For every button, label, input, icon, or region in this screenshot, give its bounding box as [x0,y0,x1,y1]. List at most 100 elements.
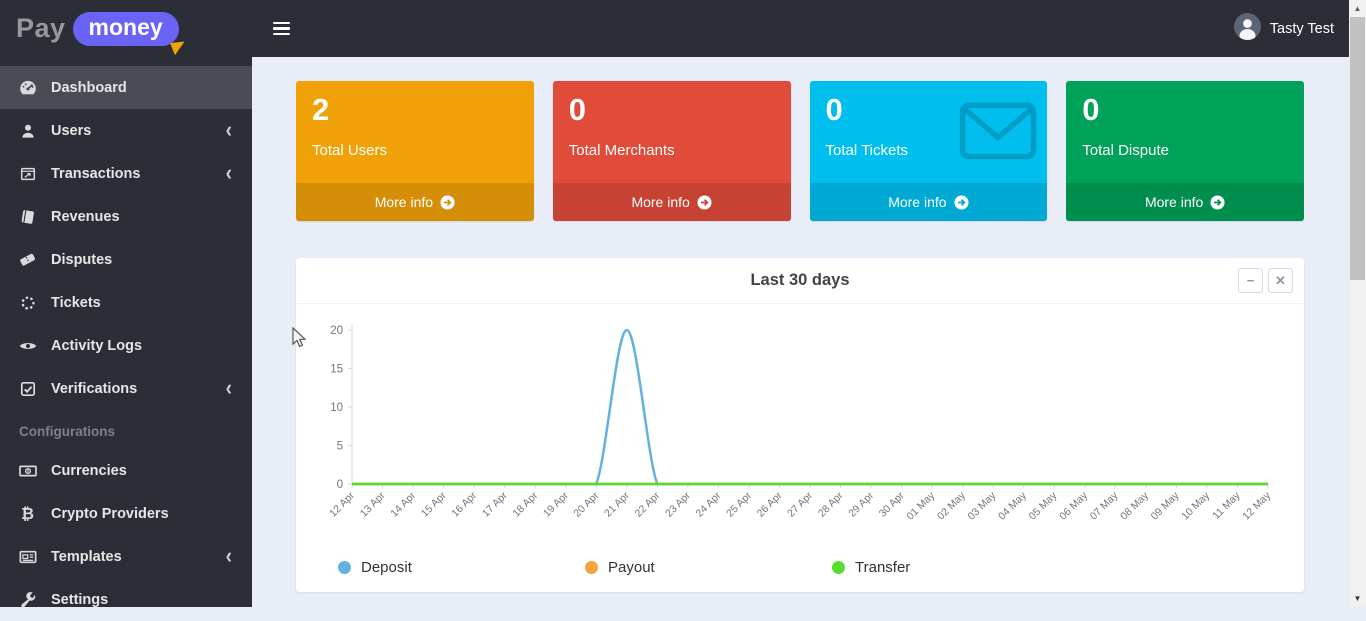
user-icon [17,123,38,139]
more-info-label: More info [888,194,946,210]
svg-text:05 May: 05 May [1027,489,1060,522]
stat-card-body: 0 Total Dispute [1066,81,1304,183]
sidebar-item-currencies[interactable]: Currencies [0,449,252,492]
chevron-left-icon: ‹ [226,546,232,568]
sidebar-item-verifications[interactable]: Verifications ‹ [0,367,252,410]
sidebar-item-dashboard[interactable]: Dashboard [0,66,252,109]
check-square-icon [17,381,38,397]
close-icon: ✕ [1275,274,1286,287]
more-info-link[interactable]: More info [296,183,534,221]
more-info-label: More info [375,194,433,210]
bitcoin-icon: ₿ [17,506,38,522]
scrollbar-down-button[interactable]: ▼ [1349,590,1366,607]
svg-text:28 Apr: 28 Apr [816,489,846,519]
stat-cards-row: 2 Total Users More info 0 Total Merchant… [296,81,1304,221]
stat-card-label: Total Users [312,142,518,159]
legend-label: Deposit [361,559,412,576]
sidebar-item-activity-logs[interactable]: Activity Logs [0,324,252,367]
svg-text:5: 5 [337,441,343,453]
sidebar-item-settings[interactable]: Settings [0,578,252,621]
scrollbar-thumb[interactable] [1350,17,1365,280]
sidebar-item-revenues[interactable]: Revenues [0,195,252,238]
legend-item-deposit[interactable]: Deposit [338,559,585,576]
sidebar-nav: Dashboard Users ‹ Transactions ‹ Revenue… [0,66,252,621]
stat-card-body: 2 Total Users [296,81,534,183]
brand-logo[interactable]: Pay money [0,0,252,57]
user-avatar-icon [1234,13,1261,45]
svg-text:17 Apr: 17 Apr [480,489,510,519]
svg-text:08 May: 08 May [1118,489,1151,522]
arrow-circle-right-icon [954,195,969,210]
svg-text:13 Apr: 13 Apr [358,489,388,519]
svg-text:11 May: 11 May [1210,489,1243,522]
brand-money-text: money [89,14,163,40]
sidebar-item-label: Revenues [51,209,238,225]
sidebar-item-label: Verifications [51,381,226,397]
svg-text:09 May: 09 May [1149,489,1182,522]
legend-dot-icon [832,561,845,574]
svg-text:0: 0 [337,479,343,491]
scrollbar-up-button[interactable]: ▲ [1349,0,1366,17]
svg-text:10: 10 [330,402,343,414]
svg-text:10 May: 10 May [1179,489,1212,522]
ticket-icon [17,251,38,268]
svg-text:04 May: 04 May [996,489,1029,522]
svg-text:20: 20 [330,325,343,337]
legend-label: Transfer [855,559,910,576]
brand-pay-text: Pay [16,13,66,44]
legend-item-payout[interactable]: Payout [585,559,832,576]
sidebar-item-transactions[interactable]: Transactions ‹ [0,152,252,195]
minus-icon: − [1247,274,1255,287]
svg-text:22 Apr: 22 Apr [633,489,663,519]
chart-panel-title: Last 30 days [750,271,849,290]
user-menu[interactable]: Tasty Test [1234,13,1349,45]
sidebar: Dashboard Users ‹ Transactions ‹ Revenue… [0,57,252,607]
sidebar-item-label: Disputes [51,252,238,268]
svg-text:14 Apr: 14 Apr [388,489,418,519]
top-navbar: Pay money Tasty Test [0,0,1349,57]
brand-money-pill: money [73,12,179,46]
svg-text:07 May: 07 May [1088,489,1121,522]
close-button[interactable]: ✕ [1268,268,1293,293]
svg-text:12 May: 12 May [1240,489,1273,522]
sidebar-item-disputes[interactable]: Disputes [0,238,252,281]
svg-text:02 May: 02 May [935,489,968,522]
legend-label: Payout [608,559,655,576]
collapse-button[interactable]: − [1238,268,1263,293]
sidebar-item-label: Templates [51,549,226,565]
svg-text:18 Apr: 18 Apr [510,489,540,519]
svg-text:24 Apr: 24 Apr [694,489,724,519]
line-chart-canvas[interactable]: 0510152012 Apr13 Apr14 Apr15 Apr16 Apr17… [296,304,1304,553]
svg-text:29 Apr: 29 Apr [846,489,876,519]
stat-card-total-merchants: 0 Total Merchants More info [553,81,791,221]
chevron-left-icon: ‹ [226,163,232,185]
main-content: 2 Total Users More info 0 Total Merchant… [252,57,1349,607]
more-info-link[interactable]: More info [1066,183,1304,221]
sidebar-section-label: Configurations [0,410,252,449]
more-info-link[interactable]: More info [553,183,791,221]
chart-panel-header: Last 30 days − ✕ [296,258,1304,304]
brand-cursor-icon [170,37,188,54]
sidebar-item-label: Crypto Providers [51,506,238,522]
eye-icon [17,337,38,355]
svg-text:03 May: 03 May [965,489,998,522]
panel-tools: − ✕ [1238,268,1293,293]
stat-card-value: 2 [312,92,518,128]
money-icon [17,462,38,480]
sidebar-item-templates[interactable]: Templates ‹ [0,535,252,578]
more-info-label: More info [1145,194,1203,210]
sidebar-item-users[interactable]: Users ‹ [0,109,252,152]
stat-card-total-tickets: 0 Total Tickets More info [810,81,1048,221]
hamburger-icon[interactable] [261,9,302,49]
dashboard-icon [17,79,38,97]
sidebar-item-tickets[interactable]: Tickets [0,281,252,324]
stat-card-total-dispute: 0 Total Dispute More info [1066,81,1304,221]
more-info-link[interactable]: More info [810,183,1048,221]
transactions-icon [17,166,38,182]
chart-panel: Last 30 days − ✕ 0510152012 Apr13 Apr14 … [296,258,1304,592]
legend-item-transfer[interactable]: Transfer [832,559,1079,576]
svg-text:06 May: 06 May [1057,489,1090,522]
sidebar-item-label: Transactions [51,166,226,182]
sidebar-item-crypto-providers[interactable]: ₿ Crypto Providers [0,492,252,535]
arrow-circle-right-icon [697,195,712,210]
